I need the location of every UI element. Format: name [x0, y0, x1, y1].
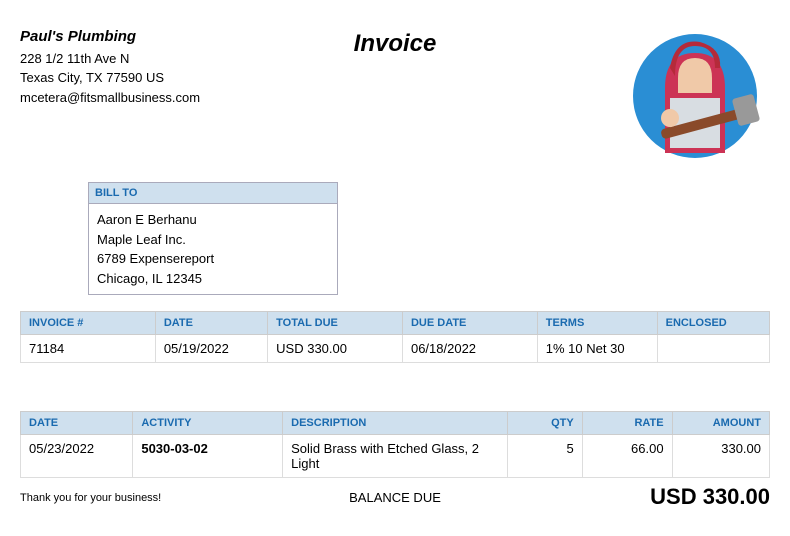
meta-total-due: USD 330.00	[268, 335, 403, 363]
col-item-date: DATE	[21, 412, 133, 435]
bill-to-name: Aaron E Berhanu	[97, 210, 329, 230]
col-invoice-no: INVOICE #	[21, 312, 156, 335]
bill-to-addr1: 6789 Expensereport	[97, 249, 329, 269]
meta-date: 05/19/2022	[155, 335, 267, 363]
col-item-rate: RATE	[582, 412, 672, 435]
meta-invoice-no: 71184	[21, 335, 156, 363]
col-item-description: DESCRIPTION	[283, 412, 508, 435]
document-title: Invoice	[354, 30, 437, 58]
company-block: Paul's Plumbing 228 1/2 11th Ave N Texas…	[20, 26, 200, 107]
thanks-message: Thank you for your business!	[20, 492, 161, 504]
item-description: Solid Brass with Etched Glass, 2 Light	[283, 435, 508, 478]
bill-to-org: Maple Leaf Inc.	[97, 230, 329, 250]
bill-to-section: BILL TO Aaron E Berhanu Maple Leaf Inc. …	[88, 182, 770, 295]
invoice-footer: Thank you for your business! BALANCE DUE…	[20, 488, 770, 518]
col-due-date: DUE DATE	[402, 312, 537, 335]
col-terms: TERMS	[537, 312, 657, 335]
company-addr1: 228 1/2 11th Ave N	[20, 49, 200, 69]
plumber-logo-icon	[620, 18, 770, 171]
item-activity: 5030-03-02	[133, 435, 283, 478]
bill-to-table: BILL TO Aaron E Berhanu Maple Leaf Inc. …	[88, 182, 338, 295]
item-qty: 5	[507, 435, 582, 478]
col-total-due: TOTAL DUE	[268, 312, 403, 335]
col-enclosed: ENCLOSED	[657, 312, 769, 335]
company-name: Paul's Plumbing	[20, 26, 200, 49]
item-amount: 330.00	[672, 435, 769, 478]
col-item-qty: QTY	[507, 412, 582, 435]
invoice-meta-table: INVOICE # DATE TOTAL DUE DUE DATE TERMS …	[20, 311, 770, 363]
balance-due-label: BALANCE DUE	[349, 490, 441, 505]
meta-enclosed	[657, 335, 769, 363]
item-date: 05/23/2022	[21, 435, 133, 478]
meta-due-date: 06/18/2022	[402, 335, 537, 363]
col-item-activity: ACTIVITY	[133, 412, 283, 435]
meta-terms: 1% 10 Net 30	[537, 335, 657, 363]
bill-to-addr2: Chicago, IL 12345	[97, 269, 329, 289]
company-email: mcetera@fitsmallbusiness.com	[20, 88, 200, 108]
balance-due-value: USD 330.00	[650, 484, 770, 510]
line-items-table: DATE ACTIVITY DESCRIPTION QTY RATE AMOUN…	[20, 411, 770, 478]
col-date: DATE	[155, 312, 267, 335]
company-addr2: Texas City, TX 77590 US	[20, 68, 200, 88]
col-item-amount: AMOUNT	[672, 412, 769, 435]
table-row: 05/23/2022 5030-03-02 Solid Brass with E…	[21, 435, 770, 478]
item-rate: 66.00	[582, 435, 672, 478]
invoice-header: Paul's Plumbing 228 1/2 11th Ave N Texas…	[20, 18, 770, 178]
bill-to-body: Aaron E Berhanu Maple Leaf Inc. 6789 Exp…	[89, 204, 338, 295]
meta-row: 71184 05/19/2022 USD 330.00 06/18/2022 1…	[21, 335, 770, 363]
bill-to-header: BILL TO	[89, 183, 338, 204]
